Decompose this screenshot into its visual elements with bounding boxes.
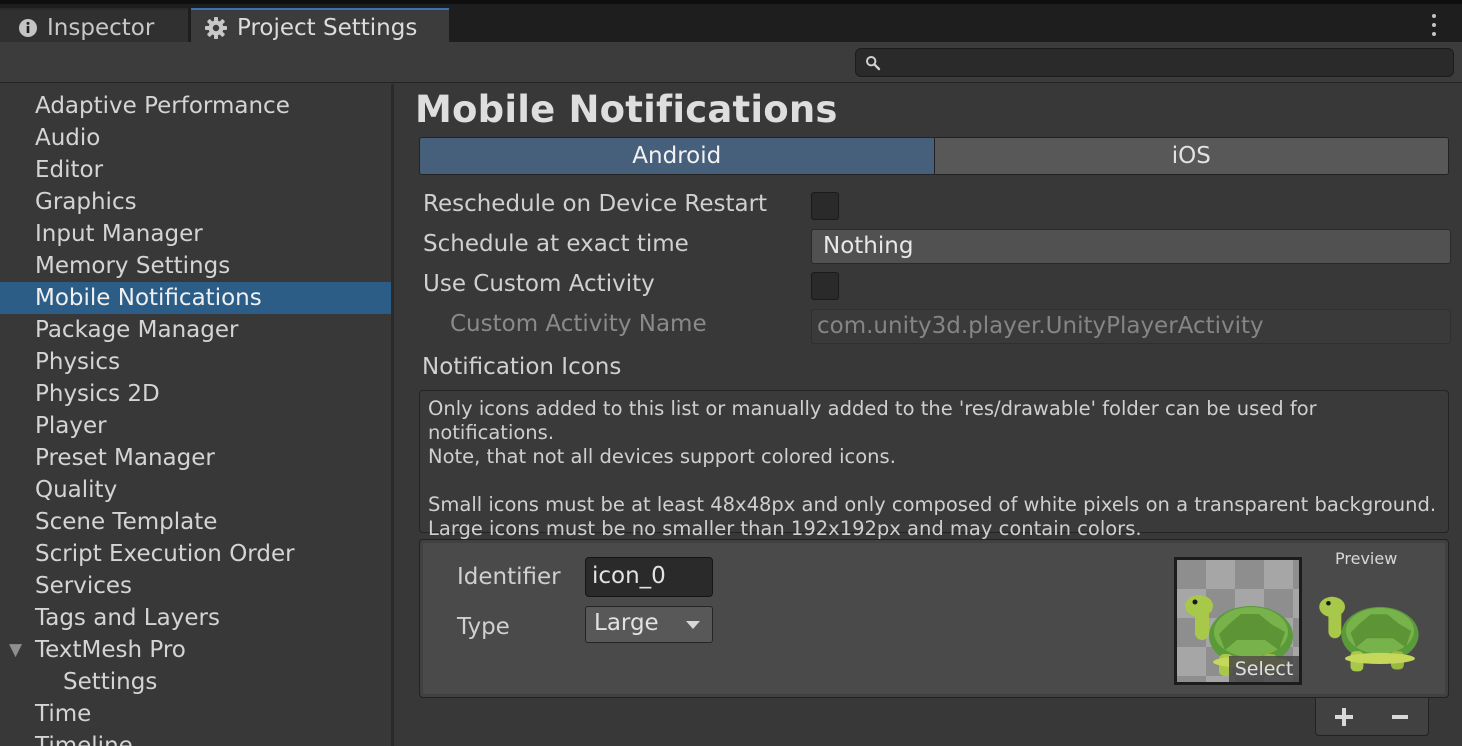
sidebar-item-time[interactable]: Time xyxy=(0,698,391,730)
sidebar-item-tags-and-layers[interactable]: Tags and Layers xyxy=(0,602,391,634)
sidebar-item-timeline[interactable]: Timeline xyxy=(0,730,391,746)
sidebar-item-memory-settings[interactable]: Memory Settings xyxy=(0,250,391,282)
tab-project-settings-label: Project Settings xyxy=(237,15,418,41)
sidebar-item-player[interactable]: Player xyxy=(0,410,391,442)
search-icon xyxy=(865,55,881,75)
reschedule-checkbox[interactable] xyxy=(811,192,839,220)
exact-time-label: Schedule at exact time xyxy=(423,231,689,257)
sidebar-item-preset-manager[interactable]: Preset Manager xyxy=(0,442,391,474)
plus-icon xyxy=(1335,707,1353,726)
minus-icon xyxy=(1392,714,1408,719)
reschedule-label: Reschedule on Device Restart xyxy=(423,191,768,217)
remove-icon-button[interactable] xyxy=(1385,702,1415,732)
sidebar-item-mobile-notifications[interactable]: Mobile Notifications xyxy=(0,282,391,314)
sidebar-item-graphics[interactable]: Graphics xyxy=(0,186,391,218)
settings-category-list: Adaptive Performance Audio Editor Graphi… xyxy=(0,90,391,746)
sidebar-item-package-manager[interactable]: Package Manager xyxy=(0,314,391,346)
tab-ios[interactable]: iOS xyxy=(934,138,1448,174)
platform-tab-bar: Android iOS xyxy=(419,137,1449,175)
add-icon-button[interactable] xyxy=(1329,702,1359,732)
sidebar-item-services[interactable]: Services xyxy=(0,570,391,602)
list-footer xyxy=(1315,698,1429,736)
help-text-line: Large icons must be no smaller than 192x… xyxy=(428,517,1142,540)
select-button[interactable]: Select xyxy=(1229,656,1299,682)
sidebar-item-audio[interactable]: Audio xyxy=(0,122,391,154)
type-dropdown[interactable]: Large xyxy=(585,606,713,643)
custom-activity-name-label: Custom Activity Name xyxy=(450,311,707,337)
settings-sidebar: Adaptive Performance Audio Editor Graphi… xyxy=(0,84,394,746)
sidebar-item-adaptive-performance[interactable]: Adaptive Performance xyxy=(0,90,391,122)
turtle-preview-icon xyxy=(1319,596,1419,672)
custom-activity-label: Use Custom Activity xyxy=(423,271,655,297)
notification-icon-list: Identifier icon_0 Type Large Select Prev… xyxy=(419,539,1449,698)
custom-activity-name-field: com.unity3d.player.UnityPlayerActivity xyxy=(811,309,1451,344)
more-options-icon[interactable] xyxy=(1422,12,1446,38)
help-text-line: Note, that not all devices support color… xyxy=(428,445,896,468)
tab-inspector[interactable]: Inspector xyxy=(0,8,188,46)
tab-project-settings[interactable]: Project Settings xyxy=(191,8,449,46)
tab-android[interactable]: Android xyxy=(420,138,935,174)
identifier-input[interactable]: icon_0 xyxy=(585,557,713,597)
settings-toolbar xyxy=(0,42,1462,83)
sidebar-item-textmesh-pro[interactable]: ▼ TextMesh Pro xyxy=(0,634,391,666)
help-text-line: Small icons must be at least 48x48px and… xyxy=(428,493,1437,516)
tab-inspector-label: Inspector xyxy=(47,15,155,41)
preview-label: Preview xyxy=(1335,549,1398,568)
page-title: Mobile Notifications xyxy=(415,88,838,131)
sidebar-item-scene-template[interactable]: Scene Template xyxy=(0,506,391,538)
info-icon xyxy=(18,18,38,38)
help-text-line: Only icons added to this list or manuall… xyxy=(428,397,1317,444)
custom-activity-checkbox[interactable] xyxy=(811,272,839,300)
expand-arrow-icon[interactable]: ▼ xyxy=(9,634,22,666)
settings-content: Mobile Notifications Android iOS Resched… xyxy=(397,84,1462,746)
sidebar-item-physics-2d[interactable]: Physics 2D xyxy=(0,378,391,410)
gear-icon xyxy=(204,16,228,40)
exact-time-dropdown[interactable]: Nothing xyxy=(811,229,1451,264)
sidebar-item-label: TextMesh Pro xyxy=(35,637,186,663)
icon-texture-field[interactable]: Select xyxy=(1174,557,1302,685)
sidebar-item-quality[interactable]: Quality xyxy=(0,474,391,506)
notification-icons-help: Only icons added to this list or manuall… xyxy=(419,390,1449,540)
sidebar-item-textmesh-pro-settings[interactable]: Settings xyxy=(0,666,391,698)
type-dropdown-value: Large xyxy=(594,610,659,636)
type-label: Type xyxy=(457,614,510,640)
sidebar-item-editor[interactable]: Editor xyxy=(0,154,391,186)
list-item[interactable]: Identifier icon_0 Type Large Select Prev… xyxy=(423,543,1445,694)
identifier-label: Identifier xyxy=(457,564,561,590)
sidebar-item-physics[interactable]: Physics xyxy=(0,346,391,378)
sidebar-item-input-manager[interactable]: Input Manager xyxy=(0,218,391,250)
chevron-down-icon xyxy=(686,621,700,629)
notification-icons-label: Notification Icons xyxy=(422,354,622,380)
sidebar-item-script-execution-order[interactable]: Script Execution Order xyxy=(0,538,391,570)
window-tab-bar: Inspector Project Settings xyxy=(0,0,1462,46)
search-input[interactable] xyxy=(855,48,1454,77)
